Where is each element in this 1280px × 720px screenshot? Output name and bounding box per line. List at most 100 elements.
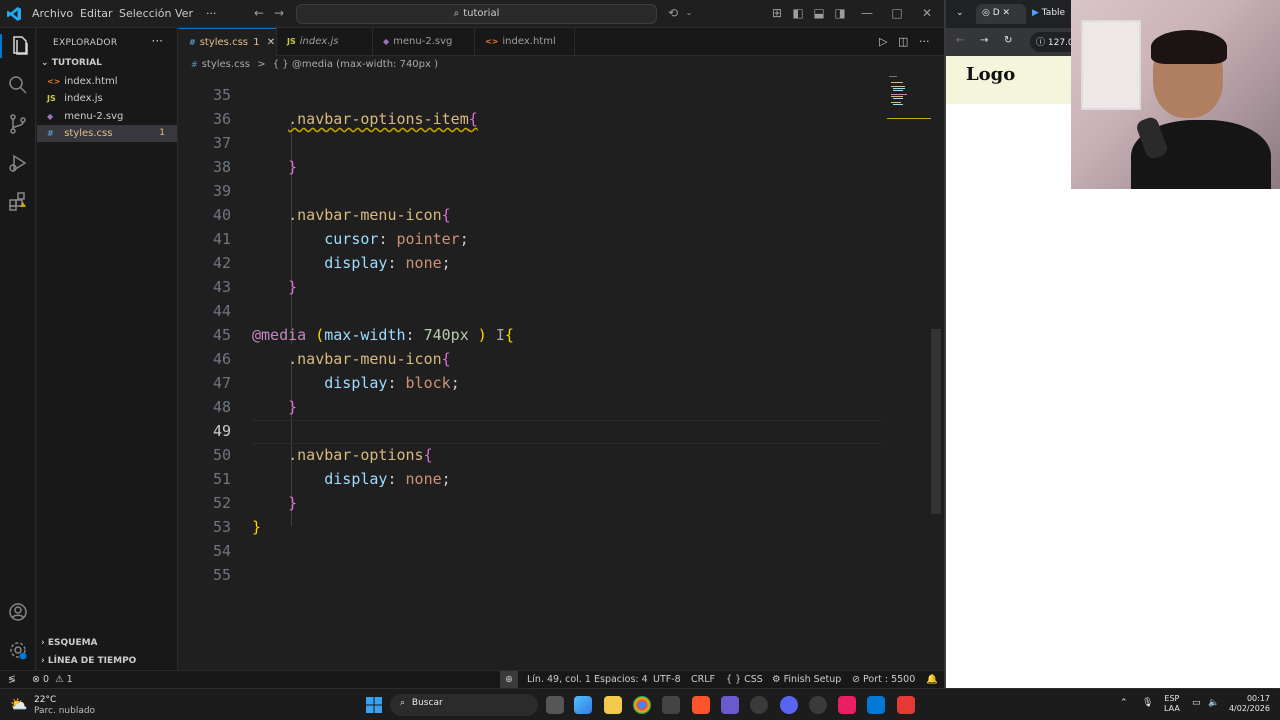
menu-seleccion[interactable]: Selección	[119, 7, 171, 20]
back-arrow-icon[interactable]: ←	[956, 35, 964, 46]
outline-section[interactable]: › ESQUEMA	[41, 638, 98, 648]
close-icon[interactable]: ✕	[267, 37, 275, 48]
finish-setup-button[interactable]: ⚙ Finish Setup	[772, 671, 841, 688]
app-icon[interactable]	[721, 696, 739, 714]
person-hair-image	[1151, 30, 1227, 64]
back-arrow-icon[interactable]: ←	[252, 6, 266, 20]
chrome-icon[interactable]	[633, 696, 651, 714]
chevron-down-icon[interactable]: ⌄	[682, 6, 696, 20]
network-icon[interactable]: ▭	[1192, 698, 1201, 708]
encoding[interactable]: UTF-8	[653, 671, 681, 688]
brave-icon[interactable]	[692, 696, 710, 714]
html-file-icon: <>	[47, 77, 61, 86]
vertical-scrollbar[interactable]	[931, 329, 941, 514]
file-menu-2-svg[interactable]: ◆ menu-2.svg	[37, 108, 177, 125]
problems-indicator[interactable]: ⊗ 0 ⚠ 1	[32, 671, 73, 688]
run-debug-icon[interactable]	[6, 151, 30, 175]
weather-desc: Parc. nublado	[34, 706, 96, 716]
tab-search-icon[interactable]: ⌄	[956, 8, 964, 18]
minimap[interactable]	[887, 74, 937, 154]
tab-index-js[interactable]: JS index.js	[277, 28, 373, 56]
app-icon[interactable]	[662, 696, 680, 714]
taskbar-search-box[interactable]: ⌕ Buscar	[390, 694, 538, 716]
account-icon[interactable]	[6, 600, 30, 624]
discord-icon[interactable]	[780, 696, 798, 714]
toggle-secondary-sidebar-icon[interactable]: ◨	[833, 6, 847, 20]
live-server-port[interactable]: ⊘ Port : 5500	[852, 671, 915, 688]
file-index-html[interactable]: <> index.html	[37, 73, 177, 90]
code-editor[interactable]: 35 36 37 38 39 40 41 42 43 44 45 46 47 4…	[179, 74, 944, 670]
remote-icon[interactable]: ≶	[8, 671, 16, 688]
tiktok-icon[interactable]	[838, 696, 856, 714]
indentation[interactable]: Espacios: 4	[594, 671, 648, 688]
app-icon[interactable]	[750, 696, 768, 714]
maximize-button[interactable]: □	[890, 6, 904, 20]
explorer-more-icon[interactable]: ···	[152, 34, 163, 48]
language-indicator[interactable]: ESP LAA	[1164, 694, 1180, 714]
zoom-icon[interactable]: ⊕	[500, 671, 518, 688]
windows-start-icon[interactable]	[366, 697, 382, 713]
chevron-up-icon[interactable]: ⌃	[1120, 698, 1128, 708]
search-icon[interactable]	[6, 73, 30, 97]
split-editor-icon[interactable]: ◫	[898, 35, 908, 48]
close-button[interactable]: ✕	[920, 6, 934, 20]
warning-count: 1	[66, 674, 73, 685]
clock-date: 4/02/2026	[1228, 704, 1270, 713]
tab-menu-2-svg[interactable]: ◆ menu-2.svg	[373, 28, 475, 56]
menu-archivo[interactable]: Archivo	[32, 7, 73, 20]
cursor-position[interactable]: Lín. 49, col. 1	[527, 671, 591, 688]
tab-label: index.js	[299, 36, 339, 47]
forward-arrow-icon[interactable]: →	[980, 35, 988, 46]
task-view-icon[interactable]	[546, 696, 564, 714]
line-number: 45	[212, 326, 231, 344]
lang-bottom: LAA	[1164, 704, 1180, 713]
browser-tab-table[interactable]: ▶ Table	[1032, 8, 1065, 18]
menu-more[interactable]: ···	[206, 7, 217, 20]
command-center-label: tutorial	[463, 8, 500, 19]
tab-styles-css[interactable]: # styles.css 1 ✕	[179, 28, 277, 56]
weather-icon: ⛅	[10, 697, 28, 713]
folder-tutorial[interactable]: ⌄ TUTORIAL	[41, 58, 102, 68]
chatgpt-icon[interactable]	[809, 696, 827, 714]
minimize-button[interactable]: —	[860, 6, 874, 20]
breadcrumb-symbol[interactable]: { } @media (max-width: 740px )	[273, 59, 438, 70]
folder-name: TUTORIAL	[51, 58, 102, 68]
app-icon[interactable]	[897, 696, 915, 714]
browser-tab-active[interactable]: ◎ D ✕	[976, 4, 1026, 24]
vscode-taskbar-icon[interactable]	[867, 696, 885, 714]
reload-icon[interactable]: ↻	[1004, 35, 1012, 46]
line-ending[interactable]: CRLF	[691, 671, 715, 688]
settings-gear-icon[interactable]	[6, 638, 30, 662]
microphone-icon[interactable]: 🎙	[1142, 698, 1153, 708]
close-icon[interactable]: ✕	[1003, 8, 1011, 18]
forward-arrow-icon[interactable]: →	[272, 6, 286, 20]
timeline-section[interactable]: › LÍNEA DE TIEMPO	[41, 656, 136, 666]
more-actions-icon[interactable]: ···	[919, 35, 930, 48]
copilot-icon[interactable]: ⟲	[666, 6, 680, 20]
toggle-panel-icon[interactable]: ⬓	[812, 6, 826, 20]
toggle-sidebar-icon[interactable]: ◧	[791, 6, 805, 20]
file-explorer-icon[interactable]	[604, 696, 622, 714]
run-icon[interactable]: ▷	[879, 35, 887, 48]
command-center-search[interactable]: ⌕ tutorial	[296, 4, 657, 24]
line-number: 50	[212, 446, 231, 464]
file-styles-css[interactable]: # styles.css 1	[37, 125, 177, 142]
extensions-icon[interactable]	[6, 190, 30, 214]
customize-layout-icon[interactable]: ⊞	[770, 6, 784, 20]
clock[interactable]: 00:17 4/02/2026	[1226, 694, 1270, 714]
menu-editar[interactable]: Editar	[80, 7, 113, 20]
copilot-app-icon[interactable]	[574, 696, 592, 714]
tab-index-html[interactable]: <> index.html	[475, 28, 575, 56]
shelf-image	[1081, 20, 1141, 110]
page-logo[interactable]: Logo	[966, 64, 1015, 85]
explorer-icon[interactable]	[0, 34, 36, 58]
notifications-bell-icon[interactable]: 🔔	[926, 671, 938, 688]
file-index-js[interactable]: JS index.js	[37, 90, 177, 107]
search-icon: ⌕	[400, 698, 406, 708]
menu-ver[interactable]: Ver	[175, 7, 193, 20]
language-mode[interactable]: { } CSS	[726, 671, 763, 688]
breadcrumb-file[interactable]: styles.css	[202, 59, 250, 70]
title-bar: Archivo Editar Selección Ver ··· ← → ⌕ tu…	[0, 0, 944, 28]
source-control-icon[interactable]	[6, 112, 30, 136]
volume-icon[interactable]: 🔈	[1208, 698, 1219, 708]
